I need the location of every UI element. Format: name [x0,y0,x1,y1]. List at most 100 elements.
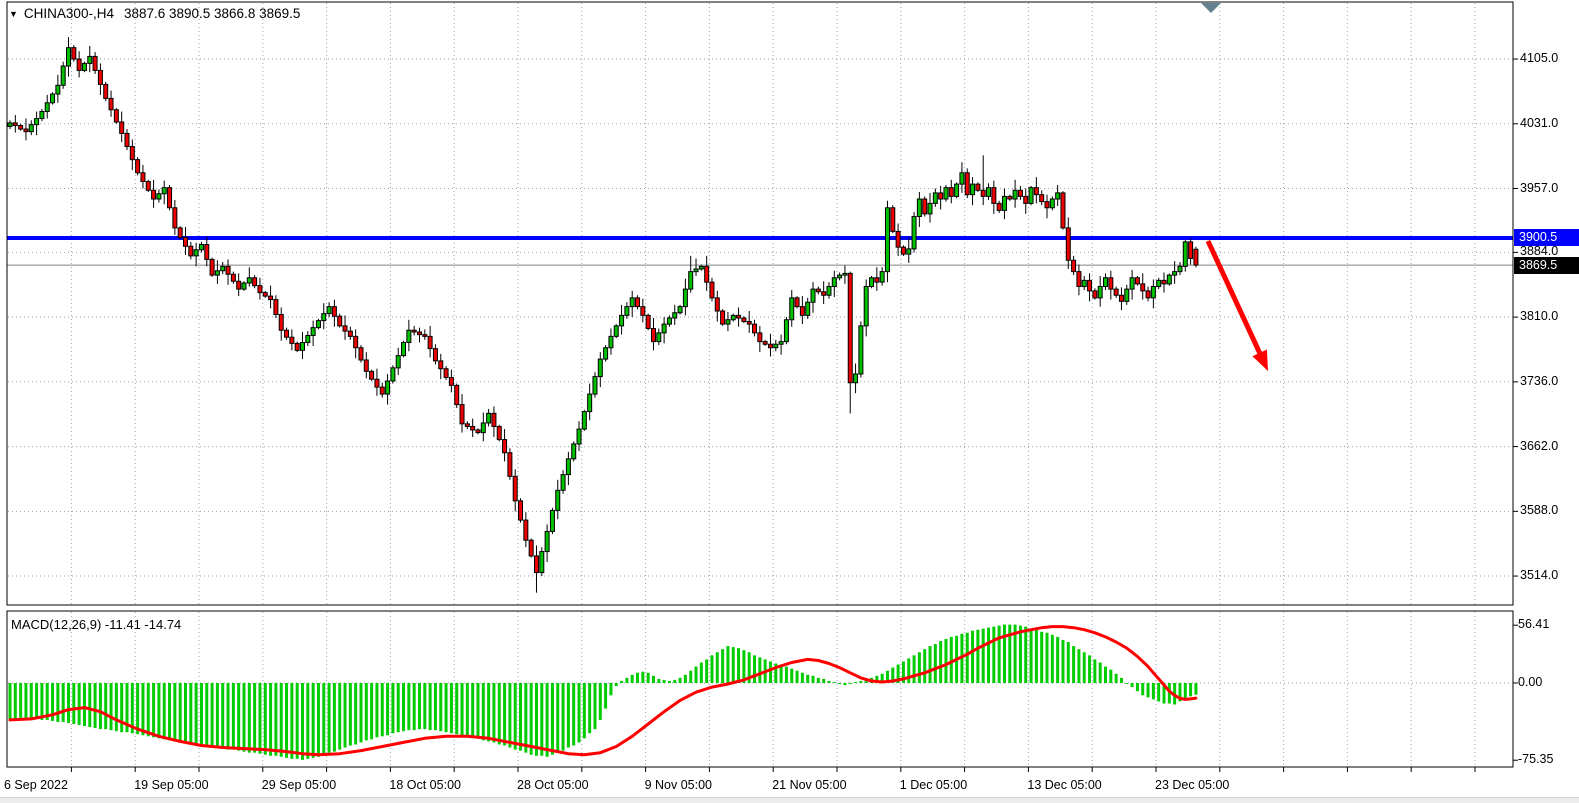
chart-plot-area[interactable] [0,0,1579,803]
candle-up [673,313,677,318]
macd-histogram-bar [471,683,474,737]
candle-down [1146,291,1150,298]
macd-histogram-bar [1077,649,1080,683]
candle-up [588,394,592,411]
candle-down [742,318,746,321]
macd-histogram-bar [248,683,251,753]
candle-up [620,315,624,325]
macd-histogram-bar [99,683,102,729]
macd-histogram-bar [482,683,485,740]
candle-down [237,281,241,289]
candle-down [343,326,347,331]
candle-down [1040,195,1044,202]
macd-histogram-bar [205,683,208,747]
macd-histogram-bar [322,683,325,755]
macd-histogram-bar [301,683,304,760]
candle-down [636,298,640,307]
candle-up [1125,289,1129,301]
macd-histogram-bar [354,683,357,744]
macd-histogram-bar [274,683,277,756]
candle-down [380,387,384,394]
candle-down [338,316,342,326]
candle-up [944,188,948,199]
candle-up [391,368,395,381]
candle-down [1109,278,1113,289]
macd-histogram-bar [211,683,214,747]
candle-up [907,249,911,254]
macd-histogram-bar [1003,625,1006,683]
candle-down [210,259,214,275]
macd-histogram-bar [1115,674,1118,683]
macd-histogram-bar [195,683,198,744]
macd-histogram-bar [56,683,59,722]
macd-histogram-bar [833,682,836,683]
candle-up [987,188,991,197]
macd-histogram-bar [578,683,581,742]
candle-down [753,324,757,333]
candle-up [396,356,400,368]
arrow-shaft[interactable] [1208,241,1261,356]
candle-up [885,208,889,272]
macd-histogram-bar [732,647,735,683]
scroll-to-end-icon[interactable] [1200,2,1222,14]
macd-histogram-bar [24,683,27,718]
candle-down [109,98,113,109]
candle-down [492,413,496,426]
symbol-dropdown-icon[interactable]: ▼ [9,9,18,19]
macd-axis-label: 56.41 [1518,617,1549,631]
arrow-head-icon[interactable] [1252,350,1268,372]
candle-up [545,531,549,551]
candle-down [1018,190,1022,196]
macd-histogram-bar [620,681,623,683]
macd-histogram-bar [838,683,841,684]
candle-down [949,188,953,197]
macd-histogram-bar [966,633,969,683]
macd-histogram-bar [365,683,368,740]
price-panel-border [7,2,1513,605]
macd-histogram-bar [466,683,469,736]
macd-histogram-bar [110,683,113,730]
time-axis-label: 6 Sep 2022 [4,778,68,792]
candle-down [189,246,193,256]
macd-axis-label: -75.35 [1518,752,1553,766]
macd-histogram-bar [1120,678,1123,683]
candle-down [375,379,379,387]
macd-histogram-bar [668,681,671,683]
candle-up [880,272,884,282]
candle-up [678,307,682,313]
macd-histogram-bar [944,639,947,683]
macd-histogram-bar [918,652,921,683]
candle-down [130,147,134,160]
candle-down [721,311,725,324]
macd-histogram-bar [78,683,81,725]
candle-down [497,426,501,439]
macd-histogram-bar [1040,632,1043,683]
candle-up [316,321,320,328]
candle-down [24,129,28,132]
candle-up [582,412,586,429]
macd-histogram-bar [62,683,65,722]
hline-price-tag: 3900.5 [1514,229,1579,246]
candle-down [412,330,416,332]
candle-up [29,125,33,132]
candle-down [471,426,475,429]
candle-down [125,133,129,146]
macd-histogram-bar [30,683,33,718]
candle-up [832,278,836,287]
macd-histogram-bar [1131,683,1134,687]
candle-down [460,405,464,424]
macd-histogram-bar [349,683,352,746]
macd-histogram-bar [673,680,676,683]
macd-histogram-bar [1194,683,1197,695]
candle-down [641,307,645,316]
macd-histogram-bar [306,683,309,759]
candle-up [1104,278,1108,287]
candle-up [971,184,975,194]
candle-up [327,307,331,314]
candle-up [556,490,560,510]
macd-histogram-bar [609,683,612,695]
candle-up [1013,190,1017,199]
time-axis-label: 19 Sep 05:00 [134,778,208,792]
candle-up [955,184,959,196]
candle-down [269,296,273,299]
